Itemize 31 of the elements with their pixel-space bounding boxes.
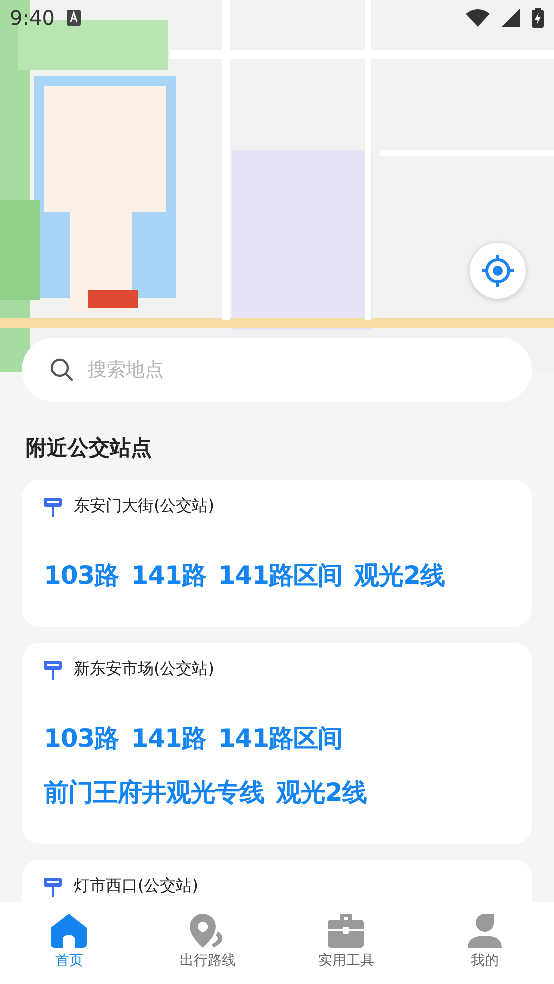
nav-tab[interactable]: 首页 xyxy=(0,914,138,984)
bus-route[interactable]: 观光2线 xyxy=(276,766,367,820)
home-icon xyxy=(51,914,88,948)
station-name[interactable]: 灯市西口(公交站) xyxy=(74,876,198,897)
keyboard-icon xyxy=(66,10,81,26)
nav-tab[interactable]: 我的 xyxy=(416,914,554,984)
bus-route[interactable]: 103路 xyxy=(44,712,120,766)
section-title: 附近公交站点 xyxy=(25,435,153,462)
bus-stop-icon xyxy=(44,496,62,516)
locate-icon xyxy=(481,254,515,288)
bus-route[interactable]: 141路区间 xyxy=(218,712,343,766)
status-time: 9:40 xyxy=(10,6,55,30)
nav-tab[interactable]: 实用工具 xyxy=(277,914,416,984)
search-icon xyxy=(50,358,74,382)
search-field[interactable]: 搜索地点 xyxy=(22,338,532,402)
bus-route[interactable]: 141路区间 xyxy=(218,549,343,603)
bus-route[interactable]: 前门王府井观光专线 xyxy=(44,766,264,820)
nav-tab[interactable]: 出行路线 xyxy=(138,914,277,984)
signal-icon xyxy=(502,9,520,27)
bus-route[interactable]: 141路 xyxy=(131,549,206,603)
station-name[interactable]: 新东安市场(公交站) xyxy=(74,659,214,680)
bus-route[interactable]: 观光2线 xyxy=(354,549,445,603)
battery-icon xyxy=(532,8,544,28)
bus-stop-icon xyxy=(44,876,62,896)
wifi-icon xyxy=(466,9,490,27)
toolbox-icon xyxy=(328,914,364,948)
bus-stop-icon xyxy=(44,660,62,680)
bus-route[interactable]: 141路 xyxy=(131,712,206,766)
bus-route[interactable]: 103路 xyxy=(44,549,120,603)
station-name[interactable]: 东安门大街(公交站) xyxy=(74,496,214,517)
user-icon xyxy=(468,914,502,948)
